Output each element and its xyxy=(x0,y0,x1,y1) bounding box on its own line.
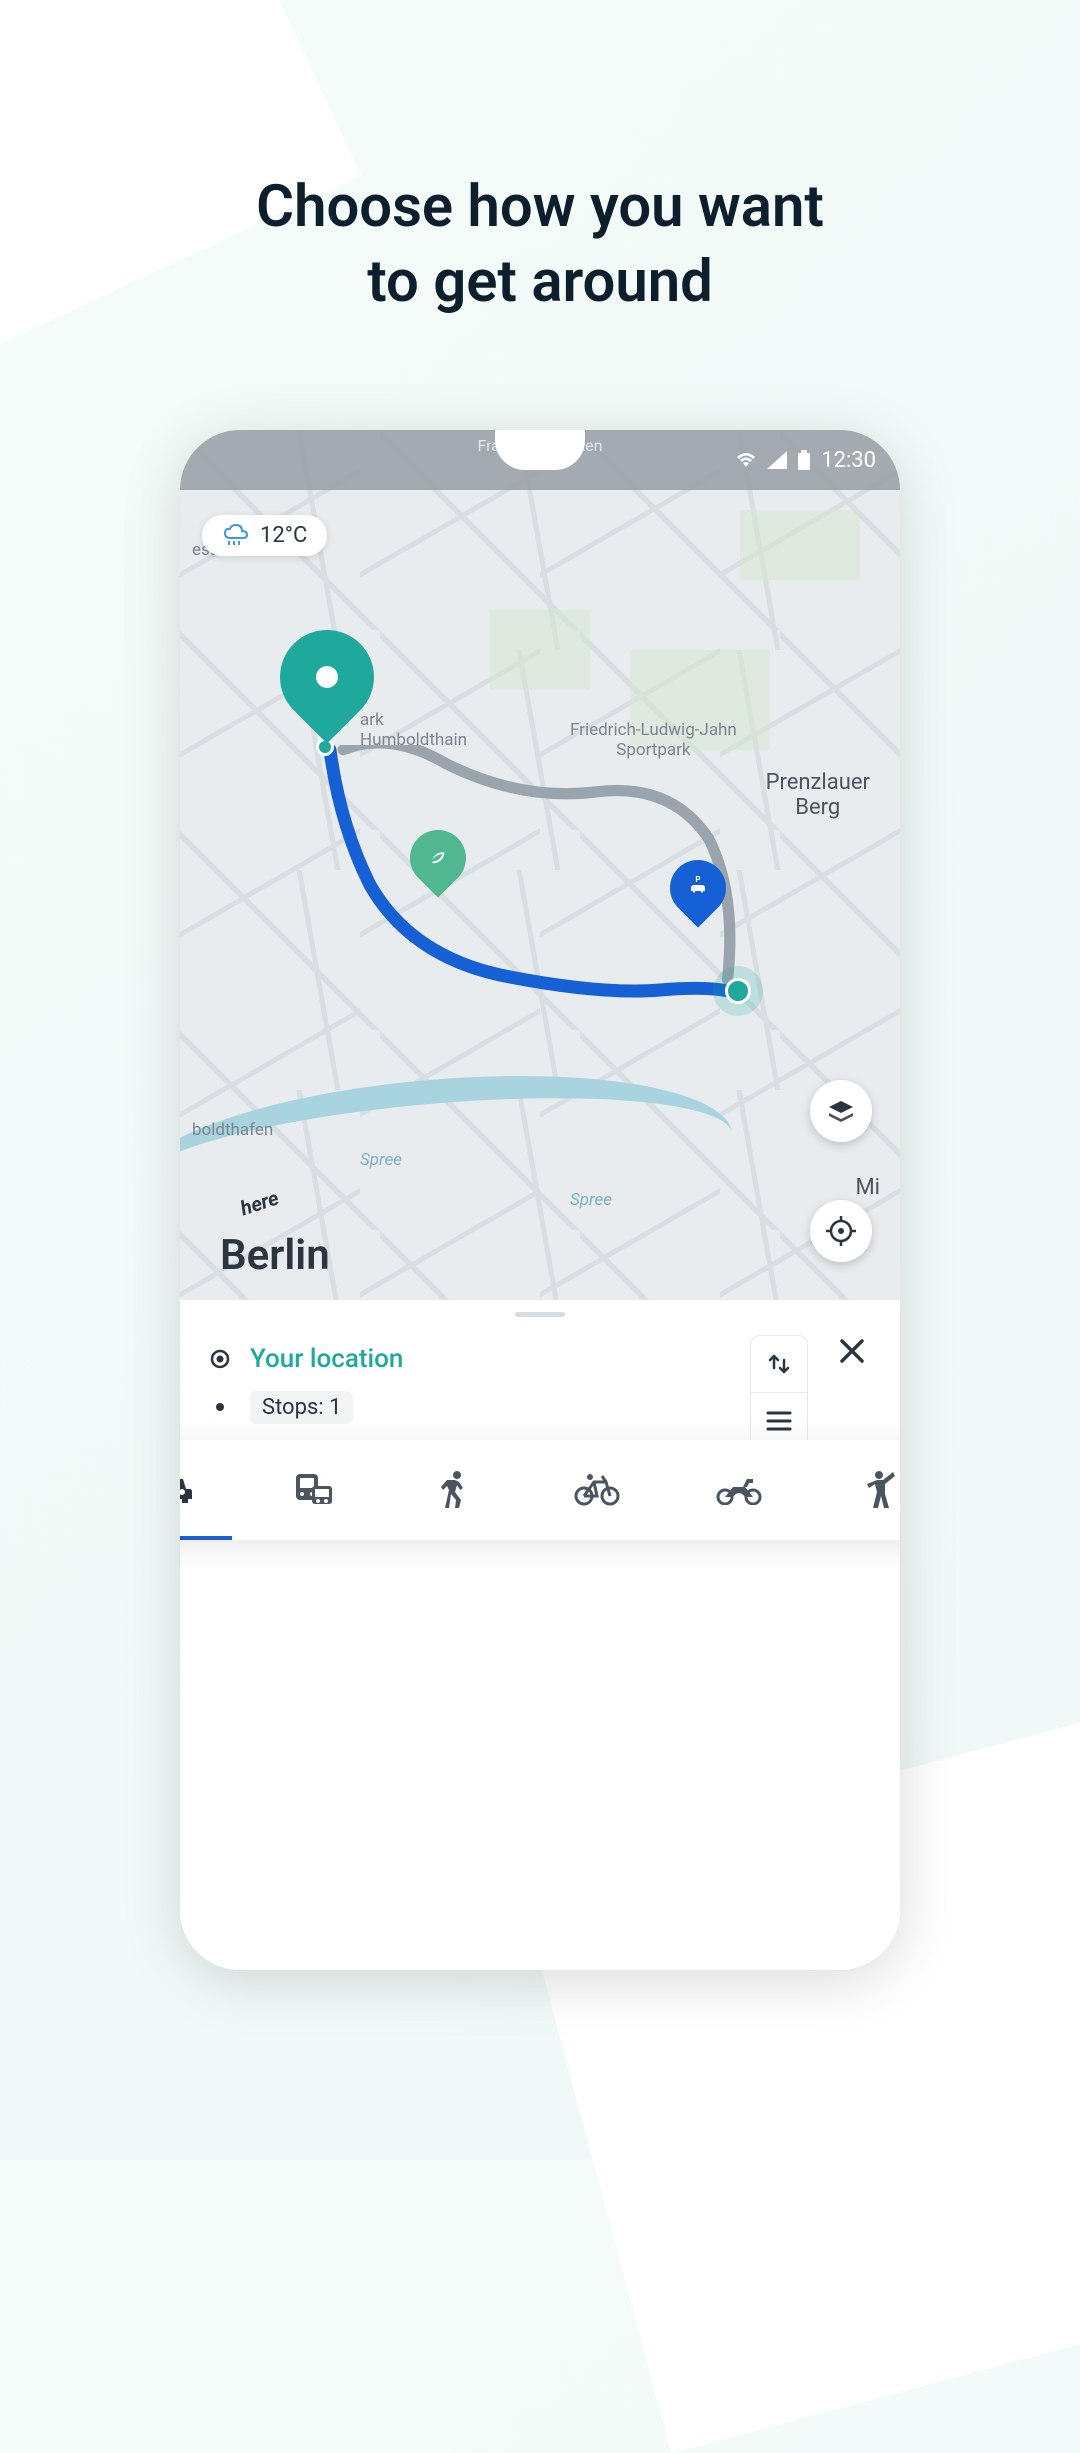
rain-cloud-icon xyxy=(222,524,250,548)
tab-car[interactable] xyxy=(180,1440,242,1540)
car-icon xyxy=(180,1475,194,1505)
walk-icon xyxy=(441,1470,469,1510)
map-label-humboldt: arkHumboldthain xyxy=(360,710,467,750)
layers-icon xyxy=(827,1099,855,1123)
swap-icon xyxy=(765,1350,793,1378)
origin-label: Your location xyxy=(250,1344,403,1374)
map-canvas[interactable]: esundbrunnen arkHumboldthain Friedrich-L… xyxy=(180,430,900,1300)
map-label-prenzlauer: PrenzlauerBerg xyxy=(766,770,870,820)
map-label-boldthafen: boldthafen xyxy=(192,1120,273,1140)
tab-bike[interactable] xyxy=(526,1440,668,1540)
leaf-icon xyxy=(427,845,449,867)
battery-icon xyxy=(797,450,811,470)
menu-icon xyxy=(766,1410,792,1432)
city-label: Berlin xyxy=(220,1231,330,1280)
phone-frame: Franzosenbecken 12:30 esundbrunnen arkHu… xyxy=(180,430,900,1970)
hail-icon xyxy=(867,1470,895,1510)
locate-button[interactable] xyxy=(810,1200,872,1262)
transport-tabs xyxy=(180,1440,900,1540)
transit-icon xyxy=(292,1472,334,1508)
svg-text:P: P xyxy=(695,875,700,884)
map-label-mi: Mi xyxy=(855,1175,880,1200)
wifi-icon xyxy=(735,451,757,469)
route-panel: Your location Stops: 1 Mauerpark xyxy=(180,1300,900,1970)
weather-temp: 12°C xyxy=(260,523,307,548)
bike-icon xyxy=(574,1474,620,1506)
map-label-spree2: Spree xyxy=(570,1190,612,1210)
close-icon xyxy=(838,1337,866,1365)
page-headline: Choose how you wantto get around xyxy=(0,170,1080,321)
target-icon xyxy=(209,1348,231,1370)
tab-transit[interactable] xyxy=(242,1440,384,1540)
status-time: 12:30 xyxy=(821,448,876,473)
motorcycle-icon xyxy=(715,1475,763,1505)
destination-dot xyxy=(725,978,751,1004)
tab-taxi[interactable] xyxy=(810,1440,900,1540)
car-parking-icon: P xyxy=(686,874,710,898)
swap-button[interactable] xyxy=(751,1336,807,1392)
tab-motorcycle[interactable] xyxy=(668,1440,810,1540)
weather-chip[interactable]: 12°C xyxy=(202,515,327,556)
close-button[interactable] xyxy=(832,1335,872,1373)
signal-icon xyxy=(767,451,787,469)
tab-walk[interactable] xyxy=(384,1440,526,1540)
stops-chip: Stops: 1 xyxy=(250,1391,353,1424)
layers-button[interactable] xyxy=(810,1080,872,1142)
map-label-spree1: Spree xyxy=(360,1150,402,1170)
crosshair-icon xyxy=(826,1216,856,1246)
